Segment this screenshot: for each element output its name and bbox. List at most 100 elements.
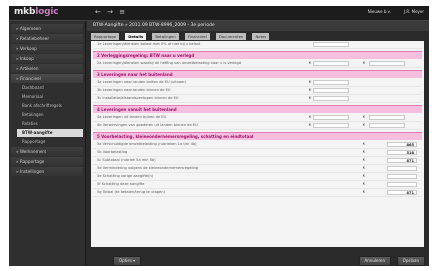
sidebar-subitem-bank[interactable]: Bank afschriftregels (17, 102, 83, 110)
currency-label: € (309, 88, 312, 92)
input-field[interactable]: 518 (387, 150, 417, 155)
logo-main: mkb (14, 7, 36, 17)
row-label: 1e Leveringen/diensten belast met 0% of … (97, 42, 201, 46)
row-label: 3b Leveringen naar landen binnen de EU (97, 88, 171, 92)
tab-financieel[interactable]: Financieel (184, 33, 210, 40)
currency-label: € (363, 190, 366, 194)
row-label: 5b Voorbelasting (97, 150, 128, 154)
section-header: 5 Voorbelasting, kleineondernemersregeli… (93, 132, 422, 140)
sidebar-subitem-betalingen[interactable]: Betalingen (17, 111, 83, 119)
form-row: 5g Totaal (te betalen/terug te vragen) €… (93, 189, 422, 197)
section-header: 3 Leveringen naar het buitenland (93, 70, 422, 78)
logo-accent: logic (35, 7, 59, 17)
company-name[interactable]: Nieuwe b.v. (368, 9, 391, 14)
currency-label: € (363, 158, 366, 162)
sidebar-subitem-btw-aangifte[interactable]: BTW-aangifte (17, 129, 83, 137)
currency-label: € (309, 96, 312, 100)
vat-form: 1e Leveringen/diensten belast met 0% of … (91, 41, 424, 247)
form-row: 5e Schatting vorige aangifte(n) € (93, 173, 422, 181)
form-row: 3a Leveringen naar landen buiten de EU (… (93, 79, 422, 87)
form-row: 3c Installatie/afstandsverkopen binnen d… (93, 95, 422, 103)
tab-notes[interactable]: Notes (252, 33, 270, 40)
row-label: 3a Leveringen naar landen buiten de EU (… (97, 80, 187, 84)
vat-input[interactable] (369, 61, 405, 66)
row-label: 4a Leveringen uit landen buiten de EU (97, 115, 167, 119)
sidebar-item-algemeen[interactable]: » Algemeen (11, 24, 83, 33)
currency-label: € (309, 123, 312, 127)
sidebar-item-relatiebeheer[interactable]: » Relatiebeheer (11, 34, 83, 43)
cancel-button[interactable]: Annuleren (358, 256, 391, 266)
currency-label: € (309, 80, 312, 84)
sidebar-item-artikelen[interactable]: » Artikelen (11, 64, 83, 73)
input-field[interactable] (387, 182, 417, 187)
input-field[interactable] (387, 174, 417, 179)
amount-input[interactable] (313, 115, 349, 120)
form-row: 4a Leveringen uit landen buiten de EU € … (93, 114, 422, 122)
input-field[interactable] (387, 166, 417, 171)
options-button[interactable]: Opties ▾ (113, 256, 142, 266)
sidebar-item-financieel[interactable]: » Financieel (11, 74, 83, 83)
top-bar: mkblogic ← → ≡ Nieuwe b.v. J.R. Meyer (9, 6, 429, 21)
currency-label: € (363, 115, 366, 119)
tab-details[interactable]: Details (125, 33, 147, 40)
amount-input[interactable] (313, 80, 349, 85)
save-button[interactable]: Opslaan (396, 256, 425, 266)
row-label: 5d Vermindering volgens de kleineonderne… (97, 166, 199, 170)
total-field: 871 (387, 190, 417, 195)
amount-input[interactable] (313, 88, 349, 93)
row-label: 2a Leveringen/diensten waarbij de heffin… (97, 61, 242, 65)
sidebar: » Algemeen » Relatiebeheer » Verkoop » I… (9, 21, 86, 266)
row-label: 5a Verschuldigde omzetbelasting (rubriek… (97, 142, 197, 146)
row-label: 3c Installatie/afstandsverkopen binnen d… (97, 96, 179, 100)
form-row: 5a Verschuldigde omzetbelasting (rubriek… (93, 141, 422, 149)
footer-bar: Opties ▾ Annuleren Opslaan (87, 253, 429, 266)
back-icon[interactable]: ← (95, 8, 101, 16)
sidebar-subitem-relaties[interactable]: Relaties (17, 120, 83, 128)
form-row: 5d Vermindering volgens de kleineonderne… (93, 165, 422, 173)
user-name[interactable]: J.R. Meyer (404, 9, 424, 14)
amount-input[interactable] (313, 61, 349, 66)
total-field: 871 (387, 158, 417, 163)
vat-input[interactable] (369, 123, 405, 128)
row-label: 5c Subtotaal (rubriek 5a min 5b) (97, 158, 156, 162)
row-label: 5g Totaal (te betalen/terug te vragen) (97, 190, 165, 194)
sidebar-item-inkoop[interactable]: » Inkoop (11, 54, 83, 63)
sidebar-item-verkoop[interactable]: » Verkoop (11, 44, 83, 53)
section-header: 4 Leveringen vanuit het buitenland (93, 105, 422, 113)
form-row: 5b Voorbelasting € 518 (93, 149, 422, 157)
tab-bar: Rapportage Details Betalingen Financieel… (91, 33, 270, 41)
currency-label: € (363, 174, 366, 178)
row-label: 5e Schatting vorige aangifte(n) (97, 174, 154, 178)
sidebar-subitem-dashboard[interactable]: Dashboard (17, 84, 83, 92)
amount-input[interactable] (313, 96, 349, 101)
currency-label: € (363, 182, 366, 186)
main-content: BTW-Aangifte » 2011.09 BTW-8996_2009 - 3… (87, 21, 429, 266)
tab-betalingen[interactable]: Betalingen (152, 33, 179, 40)
form-row: 5c Subtotaal (rubriek 5a min 5b) € 871 (93, 157, 422, 165)
tab-documenten[interactable]: Documenten (215, 33, 247, 40)
sidebar-item-werknemers[interactable]: » Werknemers (11, 147, 83, 156)
form-row: 1e Leveringen/diensten belast met 0% of … (93, 41, 422, 49)
menu-icon[interactable]: ≡ (119, 8, 125, 16)
amount-input[interactable] (313, 42, 349, 47)
app-logo[interactable]: mkblogic (14, 7, 59, 17)
sidebar-item-rapportage[interactable]: » Rapportage (11, 157, 83, 166)
amount-input[interactable] (313, 123, 349, 128)
currency-label: € (363, 123, 366, 127)
currency-label: € (363, 150, 366, 154)
sidebar-item-instellingen[interactable]: » Instellingen (11, 167, 83, 176)
forward-icon[interactable]: → (107, 8, 113, 16)
currency-label: € (363, 61, 366, 65)
tab-rapportage[interactable]: Rapportage (91, 33, 120, 40)
sidebar-subitem-rapportage[interactable]: Rapportage (17, 138, 83, 146)
section-header: 2 Verleggingsregeling: BTW naar u verleg… (93, 51, 422, 59)
page-title: BTW-Aangifte » 2011.09 BTW-8996_2009 - 3… (87, 21, 429, 31)
app-window: mkblogic ← → ≡ Nieuwe b.v. J.R. Meyer » … (9, 6, 429, 266)
currency-label: € (363, 142, 366, 146)
sidebar-subitem-memoriaal[interactable]: Memoriaal (17, 93, 83, 101)
form-row: 5f Schatting deze aangifte € (93, 181, 422, 189)
form-row: 2a Leveringen/diensten waarbij de heffin… (93, 60, 422, 68)
currency-label: € (309, 61, 312, 65)
vat-input[interactable] (369, 115, 405, 120)
total-field: 865 (387, 142, 417, 147)
